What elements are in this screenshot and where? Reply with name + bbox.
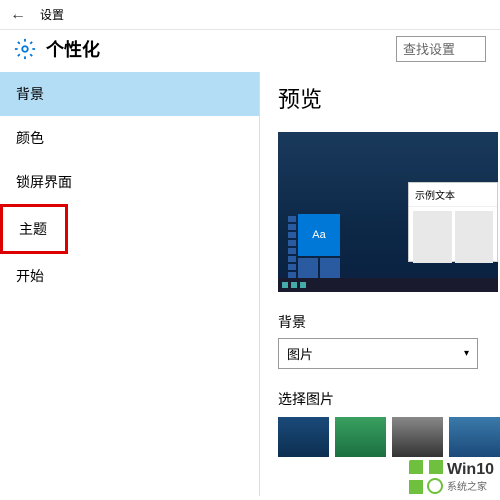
page-title: 个性化 xyxy=(46,36,100,62)
choose-picture-label: 选择图片 xyxy=(278,389,500,409)
sidebar-item-lockscreen[interactable]: 锁屏界面 xyxy=(0,160,259,204)
sidebar-item-background[interactable]: 背景 xyxy=(0,72,259,116)
preview-sample-window: 示例文本 xyxy=(408,182,498,262)
background-dropdown[interactable]: 图片 ▾ xyxy=(278,338,478,369)
sidebar-item-colors[interactable]: 颜色 xyxy=(0,116,259,160)
thumbnail-3[interactable] xyxy=(392,417,443,457)
watermark-logo-icon xyxy=(409,460,443,494)
sidebar-item-start[interactable]: 开始 xyxy=(0,254,259,298)
main-panel: 预览 Aa 示例文本 xyxy=(260,72,500,496)
titlebar-text: 设置 xyxy=(40,6,64,23)
gear-icon xyxy=(14,38,36,60)
preview-taskbar xyxy=(278,278,498,292)
highlight-annotation: 主题 xyxy=(0,204,68,254)
watermark-brand: Win10 xyxy=(447,462,494,478)
thumbnail-4[interactable] xyxy=(449,417,500,457)
chevron-down-icon: ▾ xyxy=(464,348,469,359)
picture-thumbnails xyxy=(278,417,500,457)
header-left: 个性化 xyxy=(14,36,100,62)
sidebar-item-themes[interactable]: 主题 xyxy=(5,211,65,247)
preview-tile-aa: Aa xyxy=(298,214,340,256)
desktop-preview: Aa 示例文本 xyxy=(278,132,498,292)
preview-heading: 预览 xyxy=(278,82,500,114)
background-label: 背景 xyxy=(278,312,500,332)
background-dropdown-value: 图片 xyxy=(287,344,313,363)
sidebar: 背景 颜色 锁屏界面 主题 开始 xyxy=(0,72,260,496)
thumbnail-2[interactable] xyxy=(335,417,386,457)
content: 背景 颜色 锁屏界面 主题 开始 预览 Aa xyxy=(0,72,500,496)
thumbnail-1[interactable] xyxy=(278,417,329,457)
header: 个性化 查找设置 xyxy=(0,30,500,72)
back-arrow-icon[interactable]: ← xyxy=(10,6,34,24)
titlebar: ← 设置 xyxy=(0,0,500,30)
watermark: Win10 系统之家 xyxy=(409,460,494,494)
search-input[interactable]: 查找设置 xyxy=(396,36,486,62)
preview-window-title: 示例文本 xyxy=(409,183,497,207)
preview-start-tiles: Aa xyxy=(288,214,340,278)
watermark-site: 系统之家 xyxy=(447,478,494,493)
